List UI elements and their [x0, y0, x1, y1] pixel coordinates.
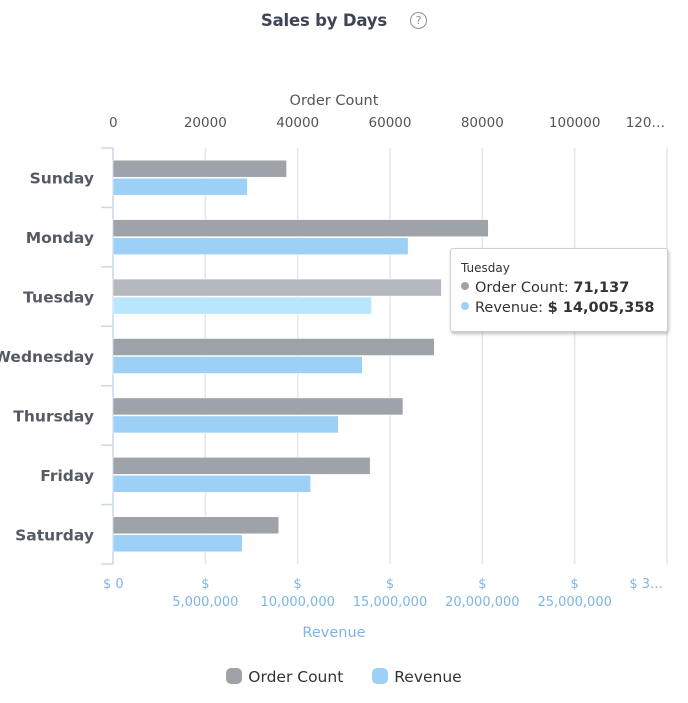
category-label: Wednesday — [0, 348, 94, 366]
chart-legend: Order Count Revenue — [0, 668, 688, 686]
revenue-bar — [112, 415, 339, 434]
bottom-axis-title: Revenue — [302, 625, 365, 641]
bottom-axis-tick-label: $ — [201, 577, 209, 592]
revenue-dot-icon — [461, 302, 469, 310]
top-axis-title: Order Count — [290, 93, 379, 109]
category-label: Tuesday — [23, 289, 94, 307]
order-count-bar — [112, 397, 404, 416]
tooltip-row-revenue: Revenue: $ 14,005,358 — [461, 298, 657, 318]
top-axis-tick-label: 20000 — [184, 115, 227, 131]
order-count-bar — [112, 159, 287, 178]
category-label: Monday — [26, 229, 94, 247]
order-count-bar — [112, 278, 442, 297]
bottom-axis-tick-label: $ — [294, 577, 302, 592]
top-axis-tick-label: 40000 — [276, 115, 319, 131]
order-count-dot-icon — [461, 282, 469, 290]
category-label: Sunday — [30, 170, 94, 188]
tooltip-value: $ 14,005,358 — [547, 300, 655, 316]
revenue-bar — [112, 534, 243, 553]
tooltip-label: Revenue: — [475, 300, 544, 316]
top-axis-tick-label: 80000 — [461, 115, 504, 131]
tooltip-category: Tuesday — [461, 261, 510, 275]
bottom-axis-tick-label: $ 0 — [103, 577, 124, 592]
order-count-bar — [112, 516, 279, 535]
revenue-bar — [112, 177, 248, 196]
tooltip-row-order-count: Order Count: 71,137 — [461, 278, 657, 298]
bottom-axis-tick-label: $ 3… — [629, 577, 663, 592]
bottom-axis-tick-label: 25,000,000 — [537, 595, 611, 610]
revenue-bar — [112, 237, 409, 255]
bottom-axis-tick-label: 20,000,000 — [445, 595, 519, 610]
tooltip-label: Order Count: — [475, 280, 569, 296]
revenue-swatch-icon — [372, 668, 389, 684]
order-count-bar — [112, 338, 435, 356]
top-axis-tick-label: 60000 — [369, 115, 412, 131]
legend-item-revenue[interactable]: Revenue — [372, 668, 462, 686]
legend-label: Revenue — [394, 668, 462, 686]
order-count-bar — [112, 457, 371, 475]
bottom-axis-tick-label: 5,000,000 — [172, 595, 238, 610]
chart-tooltip: Tuesday Order Count: 71,137 Revenue: $ 1… — [450, 248, 668, 332]
order-count-bar — [112, 219, 489, 237]
category-label: Saturday — [15, 526, 94, 544]
bottom-axis-tick-label: 10,000,000 — [260, 595, 334, 610]
tooltip-value: 71,137 — [573, 280, 630, 296]
bottom-axis-tick-label: $ — [478, 577, 486, 592]
legend-label: Order Count — [248, 668, 344, 686]
revenue-bar — [112, 296, 372, 315]
category-label: Friday — [40, 467, 94, 485]
bottom-axis-tick-label: 15,000,000 — [353, 595, 427, 610]
legend-item-order-count[interactable]: Order Count — [226, 668, 343, 686]
top-axis-tick-label: 120… — [626, 115, 665, 131]
bottom-axis-tick-label: $ — [386, 577, 394, 592]
top-axis-tick-label: 100000 — [549, 115, 601, 131]
top-axis-tick-label: 0 — [109, 115, 118, 131]
order-count-swatch-icon — [226, 668, 243, 684]
revenue-bar — [112, 475, 311, 493]
bottom-axis-tick-label: $ — [571, 577, 579, 592]
category-label: Thursday — [13, 407, 94, 425]
revenue-bar — [112, 356, 363, 374]
